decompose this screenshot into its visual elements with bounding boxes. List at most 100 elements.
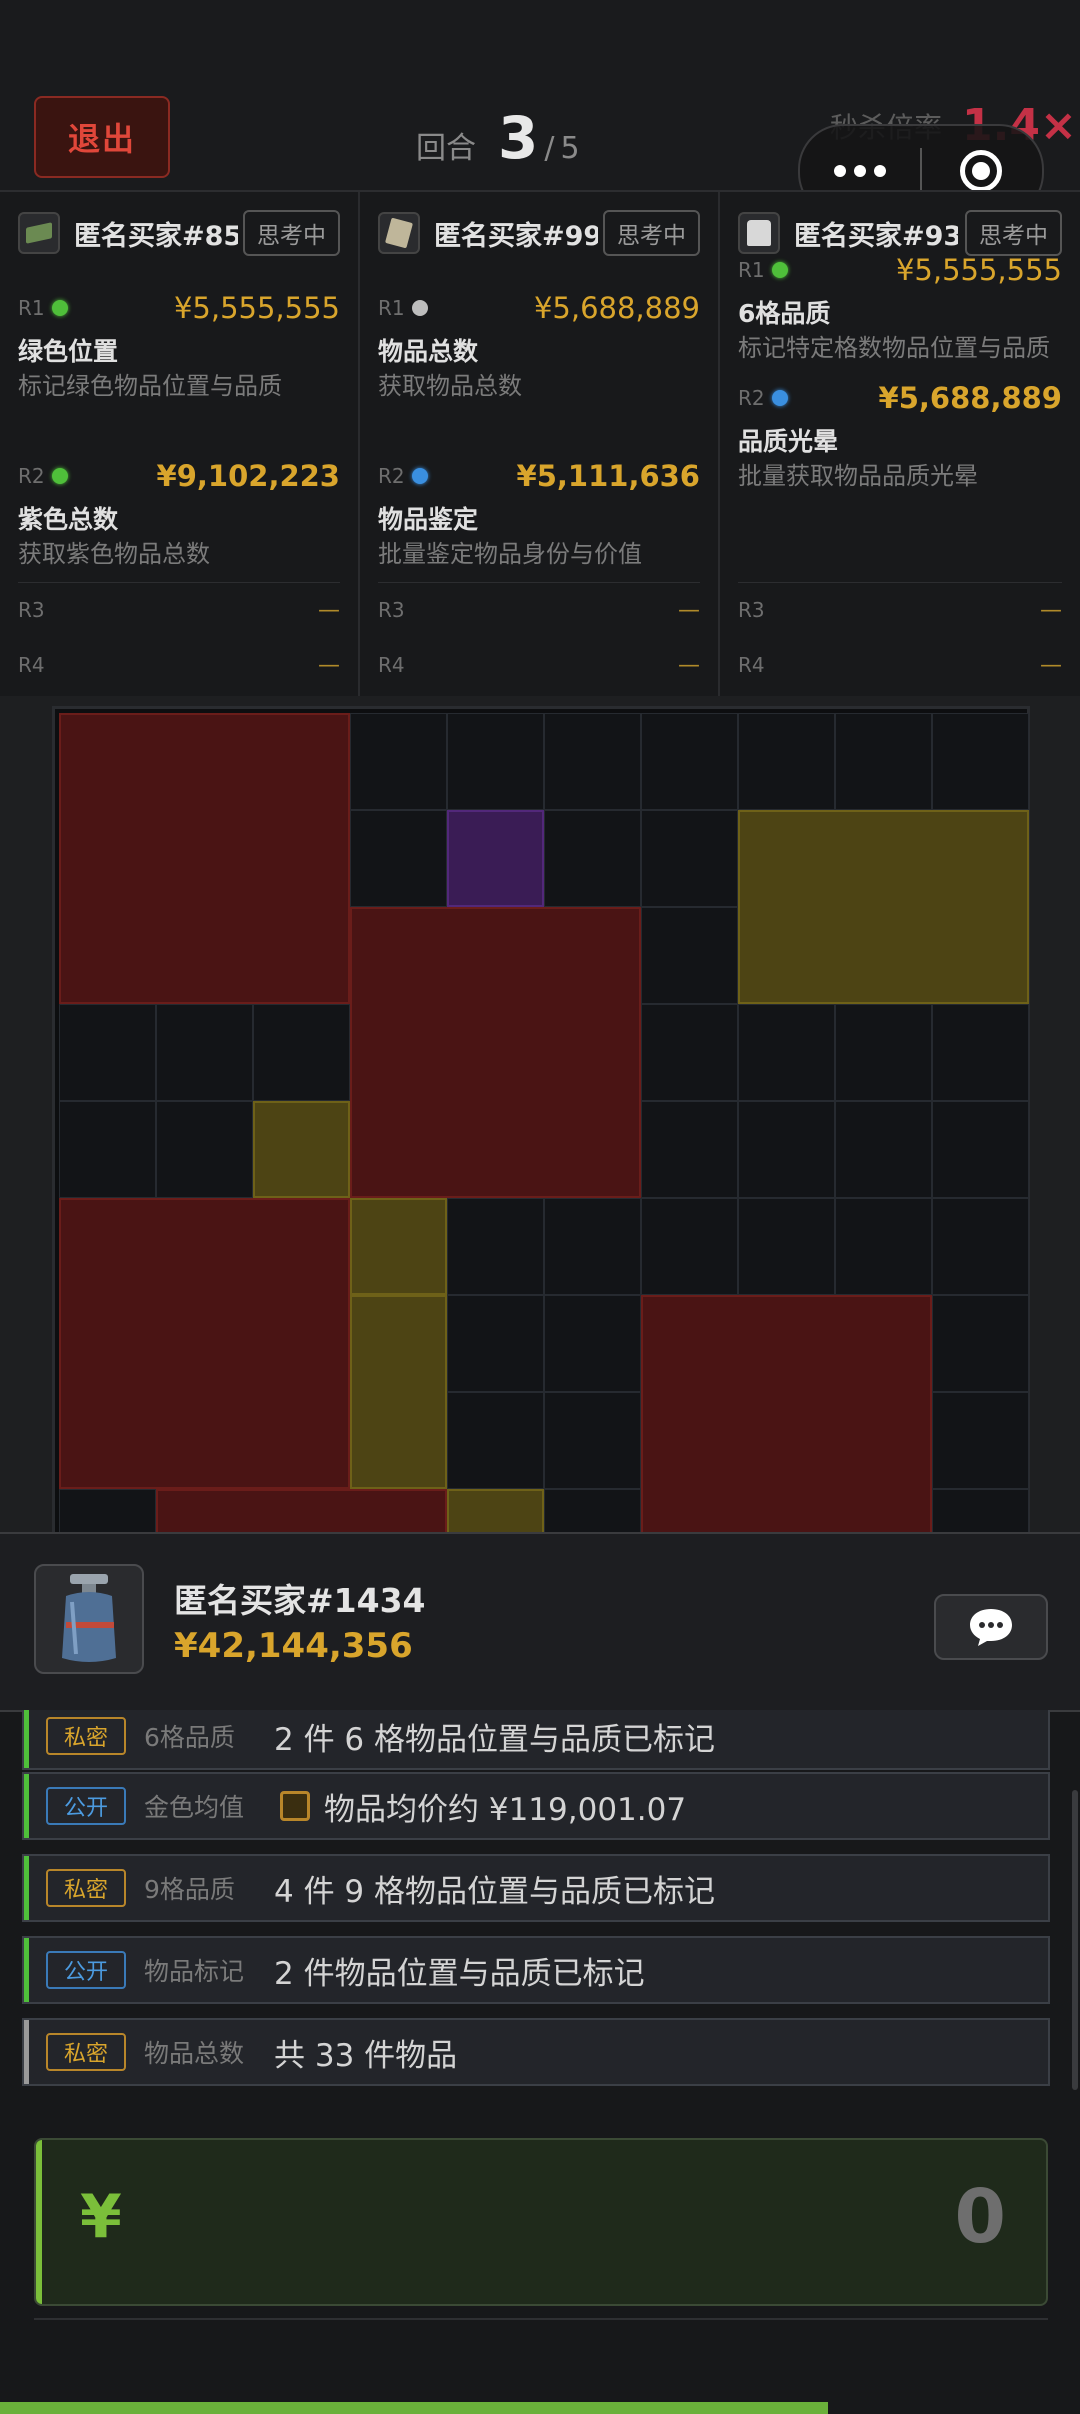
yellow-item[interactable] — [738, 810, 1029, 1004]
cash-bundle-icon — [18, 212, 60, 254]
yellow-item[interactable] — [447, 1489, 544, 1532]
red-item[interactable] — [59, 1198, 350, 1489]
grid-cell — [641, 907, 738, 1004]
log-entry: 公开 物品标记 2 件物品位置与品质已标记 — [22, 1936, 1050, 2004]
round-tag: R2 — [378, 464, 405, 488]
exit-button[interactable]: 退出 — [34, 96, 170, 178]
round-tag: R1 — [378, 296, 405, 320]
skill-title: 紫色总数 — [18, 505, 119, 534]
red-item[interactable] — [59, 713, 350, 1004]
top-bar: 退出 回合 3 / 5 秒杀倍率 1.4× — [0, 0, 1080, 218]
grid-cell — [544, 1198, 641, 1295]
warehouse-area — [0, 696, 1080, 1532]
vest-icon — [738, 212, 780, 254]
grid-cell — [932, 1489, 1029, 1532]
grid-cell — [932, 1295, 1029, 1392]
divider — [34, 2318, 1048, 2320]
grid-cell — [835, 1198, 932, 1295]
buyers-panel: 匿名买家#853 思考中 R1 ¥5,555,555 绿色位置 标记绿色物品位置与… — [0, 190, 1080, 698]
round-tag: R2 — [738, 386, 765, 410]
grid-cell — [544, 713, 641, 810]
yellow-item[interactable] — [350, 1295, 447, 1489]
grid-cell — [932, 713, 1029, 810]
grid-cell — [544, 810, 641, 907]
grid-cell — [447, 1198, 544, 1295]
red-item[interactable] — [156, 1489, 447, 1532]
log-category: 9格品质 — [144, 1875, 235, 1904]
log-text: 2 件 6 格物品位置与品质已标记 — [274, 1721, 716, 1758]
grid-cell — [641, 713, 738, 810]
grid-cell — [641, 1004, 738, 1101]
bid-price: ¥5,111,636 — [516, 459, 700, 493]
status-dot — [412, 300, 428, 316]
log-text: 共 33 件物品 — [274, 2037, 458, 2074]
bid-input[interactable]: ¥ 0 — [34, 2138, 1048, 2306]
log-category: 物品总数 — [144, 2039, 245, 2068]
gold-quality-icon — [280, 1791, 310, 1821]
log-entry: 公开 金色均值 物品均价约 ¥119,001.07 — [22, 1772, 1050, 1840]
buyer-status-badge: 思考中 — [965, 210, 1062, 256]
chat-button[interactable] — [934, 1594, 1048, 1660]
public-tag: 公开 — [46, 1787, 126, 1825]
grid-cell — [932, 1198, 1029, 1295]
bid-price: ¥5,688,889 — [533, 291, 700, 325]
log-text: 4 件 9 格物品位置与品质已标记 — [274, 1873, 716, 1910]
intel-log-list[interactable]: 私密 6格品质 2 件 6 格物品位置与品质已标记 公开 金色均值 物品均价约 … — [0, 1710, 1080, 2098]
grid-cell — [447, 713, 544, 810]
grid-cell — [544, 1295, 641, 1392]
red-item[interactable] — [641, 1295, 932, 1532]
private-tag: 私密 — [46, 2033, 126, 2071]
buyer-name: 匿名买家#930 — [794, 220, 958, 252]
chat-icon — [970, 1609, 1012, 1646]
buyer-column: 匿名买家#992 思考中 R1 ¥5,688,889 物品总数 获取物品总数 R2… — [360, 192, 720, 696]
close-miniapp-icon[interactable] — [922, 150, 1040, 192]
grid-cell — [932, 1392, 1029, 1489]
log-text: 物品均价约 ¥119,001.07 — [324, 1791, 687, 1828]
grid-cell — [641, 1101, 738, 1198]
buyer-name: 匿名买家#992 — [434, 220, 598, 252]
grid-cell — [447, 1295, 544, 1392]
grid-cell — [59, 1489, 156, 1532]
status-dot — [52, 300, 68, 316]
grid-cell — [253, 1004, 350, 1101]
current-buyer-price: ¥42,144,356 — [174, 1626, 413, 1666]
bid-price: ¥5,555,555 — [173, 291, 340, 325]
skill-title: 6格品质 — [738, 299, 831, 328]
grid-cell — [738, 1198, 835, 1295]
grid-cell — [835, 1101, 932, 1198]
skill-title: 物品总数 — [378, 337, 479, 366]
bid-price: ¥5,555,555 — [895, 253, 1062, 287]
grid-cell — [932, 1101, 1029, 1198]
yellow-item[interactable] — [350, 1198, 447, 1295]
yellow-item[interactable] — [253, 1101, 350, 1198]
buyer-status-badge: 思考中 — [603, 210, 700, 256]
skill-desc: 标记特定格数物品位置与品质 — [738, 334, 1050, 362]
more-options-icon[interactable] — [800, 165, 920, 177]
status-dot — [52, 468, 68, 484]
round-empty-row: R3— — [378, 582, 700, 637]
skill-desc: 标记绿色物品位置与品质 — [18, 372, 282, 400]
skill-title: 品质光晕 — [738, 427, 839, 456]
grid-cell — [544, 1392, 641, 1489]
private-tag: 私密 — [46, 1869, 126, 1907]
log-scrollbar[interactable] — [1072, 1790, 1078, 2090]
grid-cell — [641, 1198, 738, 1295]
log-entry: 私密 6格品质 2 件 6 格物品位置与品质已标记 — [22, 1710, 1050, 1770]
grid-cell — [156, 1101, 253, 1198]
grid-cell — [738, 713, 835, 810]
gas-canister-icon — [34, 1564, 144, 1674]
current-buyer-name: 匿名买家#1434 — [174, 1581, 426, 1620]
log-text: 2 件物品位置与品质已标记 — [274, 1955, 645, 1992]
round-total: 5 — [560, 131, 580, 166]
warehouse-grid[interactable] — [52, 706, 1030, 1532]
log-category: 物品标记 — [144, 1957, 245, 1986]
current-buyer-card: 匿名买家#1434 ¥42,144,356 — [0, 1532, 1080, 1712]
round-tag: R2 — [18, 464, 45, 488]
red-item[interactable] — [350, 907, 641, 1198]
purple-item[interactable] — [447, 810, 544, 907]
grid-cell — [641, 810, 738, 907]
money-stack-icon — [378, 212, 420, 254]
log-entry: 私密 9格品质 4 件 9 格物品位置与品质已标记 — [22, 1854, 1050, 1922]
status-dot — [772, 390, 788, 406]
buyer-name: 匿名买家#853 — [74, 220, 238, 252]
